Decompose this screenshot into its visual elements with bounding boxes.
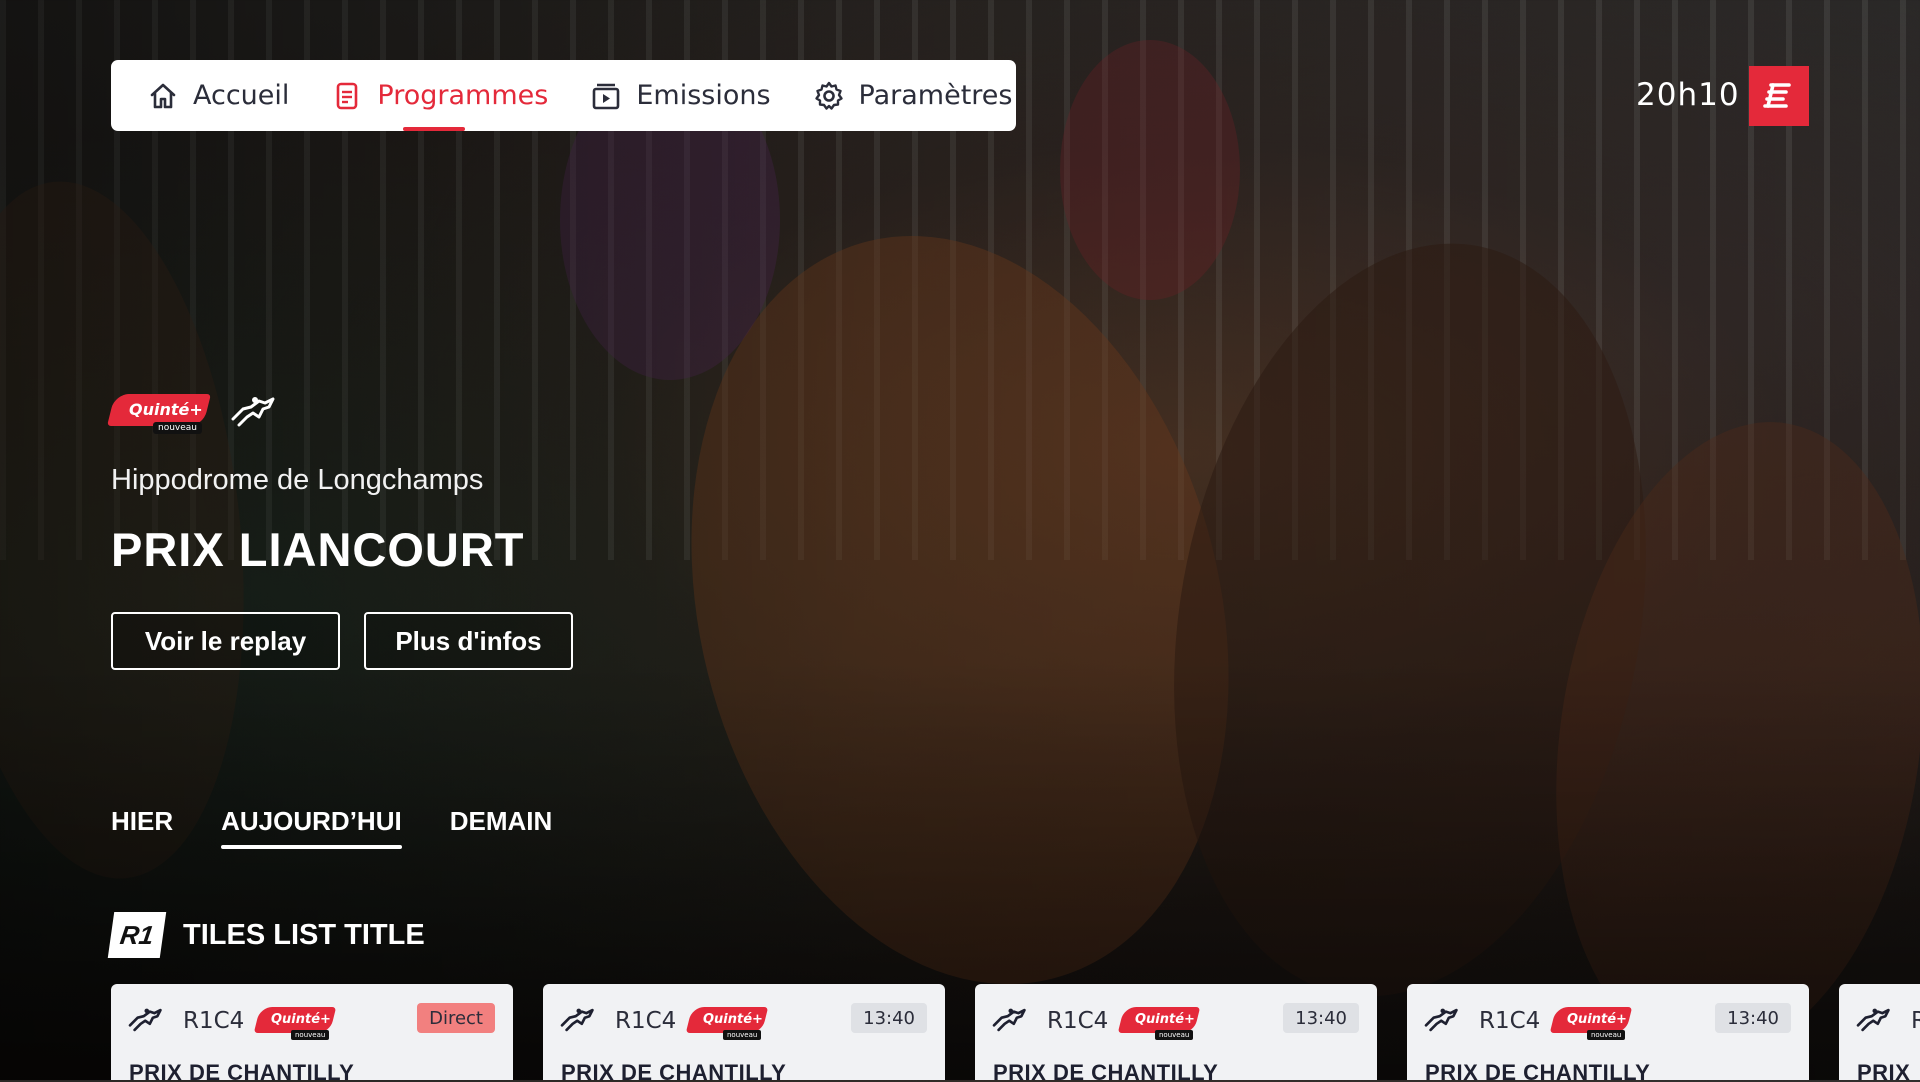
tab-demain[interactable]: DEMAIN	[450, 806, 553, 849]
quinte-badge-sub: nouveau	[153, 422, 202, 434]
document-icon	[331, 80, 363, 112]
main-nav: Accueil Programmes Emissions Paramètres	[111, 60, 1016, 131]
quinte-badge: Quinté+ nouveau	[107, 392, 211, 434]
equidia-logo-icon[interactable]	[1749, 66, 1809, 126]
quinte-badge-sub: nouveau	[291, 1030, 330, 1040]
tab-aujourdhui[interactable]: AUJOURD’HUI	[221, 806, 402, 849]
race-name: PRIX DE CHANTILLY	[561, 1060, 787, 1080]
galloping-horse-icon	[1855, 1006, 1893, 1034]
nav-item-label: Accueil	[193, 80, 290, 111]
hero-title: PRIX LIANCOURT	[111, 523, 525, 576]
hero-venue: Hippodrome de Longchamps	[111, 464, 484, 496]
galloping-horse-icon	[991, 1006, 1029, 1034]
galloping-horse-icon	[1423, 1006, 1461, 1034]
galloping-horse-icon	[229, 395, 279, 429]
more-info-button[interactable]: Plus d'infos	[364, 612, 573, 670]
time-status-badge: 13:40	[1715, 1003, 1791, 1033]
quinte-badge-label: Quinté+	[271, 1012, 331, 1027]
home-icon	[147, 80, 179, 112]
race-name: PRIX DE CHANTILLY	[129, 1060, 355, 1080]
quinte-badge-label: Quinté+	[129, 400, 203, 419]
quinte-badge-label: Quinté+	[1567, 1012, 1627, 1027]
nav-item-label: Paramètres	[858, 80, 1013, 111]
race-tile[interactable]: R1C4 Quinté+ nouveau 13:40 PRIX DE CHANTI…	[543, 984, 945, 1080]
clock: 20h10	[1636, 77, 1740, 113]
quinte-badge: Quinté+ nouveau	[1117, 1004, 1201, 1040]
quinte-badge: Quinté+ nouveau	[1549, 1004, 1633, 1040]
quinte-badge: Quinté+ nouveau	[685, 1004, 769, 1040]
time-status-badge: 13:40	[851, 1003, 927, 1033]
race-tile[interactable]: R PRIX	[1839, 984, 1920, 1080]
nav-item-accueil[interactable]: Accueil	[147, 60, 289, 131]
galloping-horse-icon	[127, 1006, 165, 1034]
quinte-badge-sub: nouveau	[1587, 1030, 1626, 1040]
tiles-list-title: TILES LIST TITLE	[183, 918, 425, 951]
nav-item-label: Programmes	[377, 80, 549, 111]
day-tabs: HIER AUJOURD’HUI DEMAIN	[111, 806, 600, 849]
nav-item-programmes[interactable]: Programmes	[331, 60, 548, 131]
race-tile[interactable]: R1C4 Quinté+ nouveau Direct PRIX DE CHANT…	[111, 984, 513, 1080]
tiles-list-header: R1 TILES LIST TITLE	[107, 912, 425, 958]
race-code: R1C4	[615, 1008, 677, 1034]
live-status-badge: Direct	[417, 1003, 495, 1033]
tv-icon	[590, 80, 622, 112]
tiles-row: R1C4 Quinté+ nouveau Direct PRIX DE CHANT…	[111, 984, 1920, 1080]
race-tile[interactable]: R1C4 Quinté+ nouveau 13:40 PRIX DE CHANTI…	[1407, 984, 1809, 1080]
tab-hier[interactable]: HIER	[111, 806, 173, 849]
race-name: PRIX DE CHANTILLY	[1425, 1060, 1651, 1080]
quinte-badge: Quinté+ nouveau	[253, 1004, 337, 1040]
reunion-badge: R1	[107, 912, 167, 958]
replay-button[interactable]: Voir le replay	[111, 612, 340, 670]
race-name: PRIX	[1857, 1060, 1911, 1080]
gear-icon	[813, 80, 845, 112]
nav-item-parametres[interactable]: Paramètres	[813, 60, 1013, 131]
quinte-badge-sub: nouveau	[723, 1030, 762, 1040]
quinte-badge-label: Quinté+	[703, 1012, 763, 1027]
race-name: PRIX DE CHANTILLY	[993, 1060, 1219, 1080]
time-status-badge: 13:40	[1283, 1003, 1359, 1033]
quinte-badge-label: Quinté+	[1135, 1012, 1195, 1027]
race-code: R	[1911, 1008, 1920, 1034]
race-tile[interactable]: R1C4 Quinté+ nouveau 13:40 PRIX DE CHANTI…	[975, 984, 1377, 1080]
nav-item-emissions[interactable]: Emissions	[590, 60, 771, 131]
race-code: R1C4	[1047, 1008, 1109, 1034]
race-code: R1C4	[1479, 1008, 1541, 1034]
quinte-badge-sub: nouveau	[1155, 1030, 1194, 1040]
hero-badges: Quinté+ nouveau	[107, 392, 279, 434]
nav-item-label: Emissions	[636, 80, 771, 111]
galloping-horse-icon	[559, 1006, 597, 1034]
race-code: R1C4	[183, 1008, 245, 1034]
